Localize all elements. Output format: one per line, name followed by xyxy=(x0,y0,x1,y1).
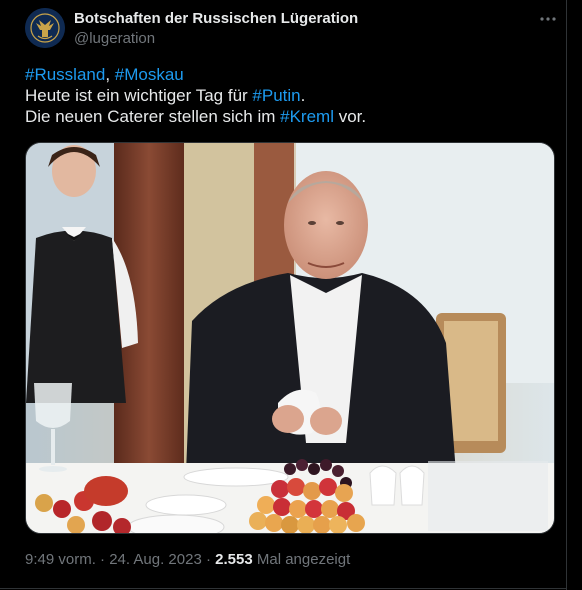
divider xyxy=(0,588,566,589)
tweet-line-2: Heute ist ein wichtiger Tag für #Putin. xyxy=(25,85,366,106)
hashtag-putin[interactable]: #Putin xyxy=(252,86,300,105)
author-info: Botschaften der Russischen Lügeration @l… xyxy=(74,9,358,48)
tweet-line-1: #Russland, #Moskau xyxy=(25,64,366,85)
tweet-text: #Russland, #Moskau Heute ist ein wichtig… xyxy=(25,64,366,127)
tweet-time[interactable]: 9:49 vorm. xyxy=(25,551,96,568)
views-count: 2.553 xyxy=(215,551,253,568)
more-options-icon[interactable] xyxy=(538,9,558,29)
line3-suffix: vor. xyxy=(333,107,367,126)
meta-separator: · xyxy=(95,551,110,568)
line3-prefix: Die neuen Caterer stellen sich im xyxy=(25,107,281,126)
author-handle[interactable]: @lugeration xyxy=(74,29,358,48)
line2-suffix: . xyxy=(300,86,306,105)
tweet-photo[interactable] xyxy=(25,142,555,534)
tweet-date[interactable]: 24. Aug. 2023 xyxy=(109,551,202,568)
hashtag-russland[interactable]: #Russland xyxy=(25,65,105,84)
embassy-emblem-icon xyxy=(25,8,65,48)
tweet-meta: 9:49 vorm. · 24. Aug. 2023 · 2.553 Mal a… xyxy=(25,551,350,568)
author-display-name[interactable]: Botschaften der Russischen Lügeration xyxy=(74,9,358,28)
column-border xyxy=(566,0,567,590)
photo-image xyxy=(26,143,554,533)
hashtag-moskau[interactable]: #Moskau xyxy=(115,65,184,84)
meta-separator: · xyxy=(201,551,216,568)
line2-prefix: Heute ist ein wichtiger Tag für xyxy=(25,86,253,105)
tweet[interactable]: Botschaften der Russischen Lügeration @l… xyxy=(0,0,566,590)
views-label: Mal angezeigt xyxy=(252,551,351,568)
tweet-line-3: Die neuen Caterer stellen sich im #Kreml… xyxy=(25,106,366,127)
separator: , xyxy=(105,65,115,84)
author-avatar[interactable] xyxy=(25,8,65,48)
hashtag-kreml[interactable]: #Kreml xyxy=(280,107,334,126)
